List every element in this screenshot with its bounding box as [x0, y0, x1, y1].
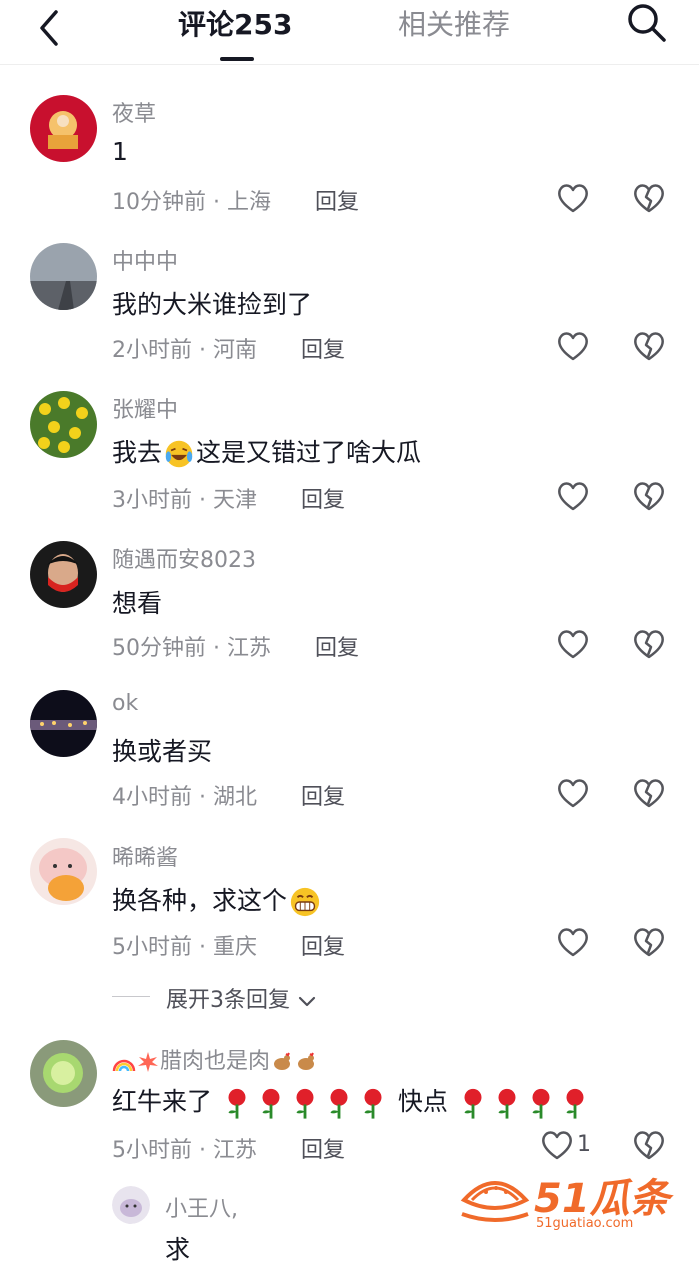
- comment-meta: 10分钟前 · 上海: [112, 190, 271, 215]
- rooster-icon: [274, 1052, 291, 1070]
- reply-button[interactable]: 回复: [315, 184, 359, 216]
- rose-icon: [364, 1088, 382, 1119]
- broken-heart-icon[interactable]: [632, 181, 666, 215]
- sparkle-icon: [138, 1052, 158, 1072]
- broken-heart-icon[interactable]: [632, 479, 666, 513]
- comment-text-part: 我去: [112, 438, 163, 467]
- reply-button[interactable]: 回复: [301, 779, 345, 811]
- comment-text: 换或者买: [112, 737, 213, 766]
- avatar[interactable]: [30, 541, 97, 608]
- rose-icon: [330, 1088, 348, 1119]
- comment-username[interactable]: 小王八,: [165, 1191, 238, 1223]
- broken-heart-icon[interactable]: [632, 925, 666, 959]
- rose-icon: [498, 1088, 516, 1119]
- comment-username[interactable]: 腊肉也是肉: [112, 1043, 318, 1075]
- laughing-crying-emoji-icon: [165, 440, 193, 468]
- comment-text: 我去 这是又错过了啥大瓜: [112, 433, 421, 469]
- rose-icon: [228, 1088, 246, 1119]
- comment-text: 我的大米谁捡到了: [112, 290, 313, 319]
- comment-text: 换各种，求这个: [112, 881, 323, 918]
- broken-heart-icon[interactable]: [632, 776, 666, 810]
- back-arrow-icon[interactable]: [30, 6, 70, 46]
- comment-username[interactable]: 随遇而安8023: [112, 542, 256, 574]
- heart-icon[interactable]: [556, 627, 590, 661]
- comment-username[interactable]: 中中中: [112, 244, 178, 276]
- top-bar: 评论253 相关推荐: [0, 0, 699, 65]
- comment-meta: 4小时前 · 湖北: [112, 785, 257, 810]
- comment-meta: 2小时前 · 河南: [112, 338, 257, 363]
- search-icon[interactable]: [624, 0, 668, 44]
- avatar[interactable]: [30, 1040, 97, 1107]
- tab-comments[interactable]: 评论253: [178, 5, 292, 45]
- reply-button[interactable]: 回复: [315, 630, 359, 662]
- heart-icon[interactable]: [556, 329, 590, 363]
- rose-icon: [566, 1088, 584, 1119]
- comment-username[interactable]: 夜草: [112, 96, 156, 128]
- heart-icon[interactable]: [556, 181, 590, 215]
- reply-button[interactable]: 回复: [301, 1132, 345, 1164]
- rose-icon: [464, 1088, 482, 1119]
- rooster-icon: [298, 1052, 315, 1070]
- rose-icon: [532, 1088, 550, 1119]
- heart-icon[interactable]: [540, 1128, 574, 1162]
- avatar[interactable]: [30, 95, 97, 162]
- avatar[interactable]: [30, 838, 97, 905]
- watermark-url: 51guatiao.com: [536, 1216, 634, 1231]
- chevron-down-icon: [298, 996, 316, 1007]
- rose-icon: [296, 1088, 314, 1119]
- comment-text-part: 换各种，求这个: [112, 886, 288, 915]
- watermelon-logo-icon: [460, 1181, 530, 1222]
- comment-username[interactable]: ok: [112, 691, 138, 716]
- comment-text-part: 这是又错过了啥大瓜: [196, 438, 422, 467]
- like-count: 1: [577, 1132, 591, 1157]
- reply-button[interactable]: 回复: [301, 482, 345, 514]
- comment-meta: 5小时前 · 江苏: [112, 1138, 257, 1163]
- comment-meta: 50分钟前 · 江苏: [112, 636, 271, 661]
- avatar[interactable]: [30, 391, 97, 458]
- rainbow-icon: [112, 1059, 136, 1072]
- comment-text: 红牛来了 快点: [112, 1082, 592, 1120]
- avatar[interactable]: [30, 690, 97, 757]
- comment-meta: 5小时前 · 重庆: [112, 935, 257, 960]
- active-tab-indicator: [220, 57, 254, 61]
- broken-heart-icon[interactable]: [632, 329, 666, 363]
- broken-heart-icon[interactable]: [632, 627, 666, 661]
- watermark-logo: 51瓜条 51guatiao.com: [460, 1166, 680, 1236]
- divider: [112, 996, 150, 997]
- comment-text: 求: [165, 1235, 191, 1264]
- grinning-emoji-icon: [290, 887, 320, 917]
- comment-text: 1: [112, 137, 128, 166]
- avatar[interactable]: [30, 243, 97, 310]
- expand-replies-label: 展开3条回复: [166, 982, 317, 1014]
- rose-icon: [262, 1088, 280, 1119]
- reply-button[interactable]: 回复: [301, 332, 345, 364]
- comment-username[interactable]: 张耀中: [112, 392, 178, 424]
- comment-text-part: 快点: [397, 1087, 448, 1116]
- comment-username[interactable]: 晞晞酱: [112, 840, 178, 872]
- comment-text-part: 红牛来了: [112, 1087, 213, 1116]
- comment-text: 想看: [112, 589, 163, 618]
- broken-heart-icon[interactable]: [632, 1128, 666, 1162]
- tab-related[interactable]: 相关推荐: [398, 5, 510, 45]
- avatar[interactable]: [112, 1186, 150, 1224]
- reply-button[interactable]: 回复: [301, 929, 345, 961]
- heart-icon[interactable]: [556, 479, 590, 513]
- comment-meta: 3小时前 · 天津: [112, 488, 257, 513]
- heart-icon[interactable]: [556, 776, 590, 810]
- heart-icon[interactable]: [556, 925, 590, 959]
